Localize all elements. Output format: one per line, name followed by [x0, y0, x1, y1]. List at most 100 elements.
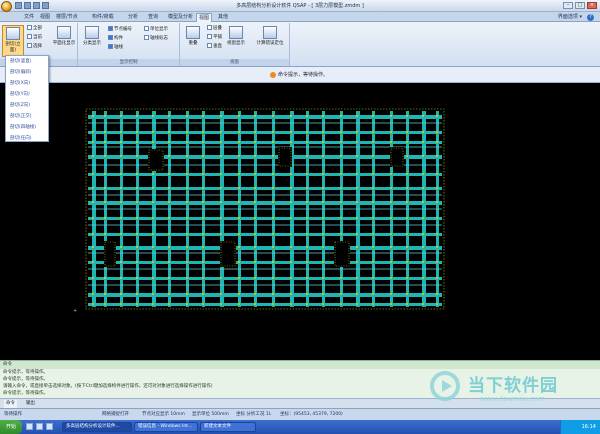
column-node: [168, 217, 170, 219]
column-node: [168, 293, 170, 295]
column-node: [120, 246, 122, 248]
column-node: [202, 261, 204, 263]
task-item-error[interactable]: 错误信息 - Windows Int...: [134, 422, 198, 432]
column-node: [92, 293, 94, 295]
show-all-button[interactable]: 全部: [27, 25, 42, 33]
column-node: [238, 246, 240, 248]
dropdown-item[interactable]: 剖切(Z向): [6, 100, 48, 111]
column-node: [306, 277, 308, 279]
column-node: [322, 233, 324, 235]
task-item-textfile[interactable]: 新建文本文件: [200, 422, 256, 432]
show-selected-button[interactable]: 选择: [27, 43, 42, 51]
command-line[interactable]: 命令提示，等待操作。: [0, 390, 600, 397]
column-node: [422, 277, 424, 279]
tab-query[interactable]: 查询: [146, 13, 160, 22]
unit-display-checkbox[interactable]: 单位显示: [144, 26, 168, 34]
dropdown-item[interactable]: 剖切(X向): [6, 78, 48, 89]
column-node: [422, 155, 424, 157]
interface-options[interactable]: 界面选项 ▾: [558, 13, 582, 22]
column-node: [202, 233, 204, 235]
column-node: [136, 293, 138, 295]
column-node: [272, 217, 274, 219]
column-node: [406, 173, 408, 175]
column-node: [104, 217, 106, 219]
column-node: [104, 131, 106, 133]
column-node: [372, 187, 374, 189]
column-node: [152, 187, 154, 189]
cut-section-button[interactable]: 剖切(立面): [2, 25, 24, 57]
vertical-button[interactable]: 垂直: [207, 43, 222, 51]
help-icon[interactable]: ?: [587, 14, 594, 21]
cascade-button[interactable]: 层叠: [207, 25, 222, 33]
column-node: [422, 115, 424, 117]
horizontal-button[interactable]: 平铺: [207, 34, 222, 42]
column-node: [152, 246, 154, 248]
dropdown-item[interactable]: 剖切(竖直): [6, 56, 48, 67]
close-button[interactable]: ×: [587, 2, 597, 9]
column-node: [272, 187, 274, 189]
minimize-button[interactable]: –: [563, 2, 573, 9]
column-node: [356, 246, 358, 248]
column-node: [340, 303, 342, 305]
tab-output[interactable]: 输出: [24, 400, 37, 408]
column-node: [152, 277, 154, 279]
layer-icon: [85, 26, 99, 39]
tab-file[interactable]: 文件: [22, 13, 36, 22]
column-node: [186, 293, 188, 295]
axis-mark-checkbox[interactable]: 轴线标志: [144, 35, 168, 43]
column-node: [390, 173, 392, 175]
column-node: [92, 303, 94, 305]
folder-icon[interactable]: [36, 423, 43, 430]
column-node: [120, 173, 122, 175]
column-node: [422, 173, 424, 175]
column-node: [356, 173, 358, 175]
column-node: [202, 217, 204, 219]
column-node: [254, 246, 256, 248]
member-checkbox[interactable]: 构件: [108, 35, 123, 43]
cut-section-dropdown: 剖切(竖直) 剖切(偏斜) 剖切(X向) 剖切(Y向) 剖切(Z向) 剖切(正交…: [5, 55, 49, 142]
column-node: [372, 293, 374, 295]
tab-command[interactable]: 命令: [4, 400, 17, 408]
tab-analysis[interactable]: 分析: [126, 13, 140, 22]
column-node: [322, 303, 324, 305]
tab-view-active[interactable]: 视图: [196, 13, 213, 22]
desktop-icon[interactable]: [46, 423, 53, 430]
plan-view-button[interactable]: 平面化显示: [52, 25, 76, 57]
tile-button[interactable]: 重叠: [182, 25, 204, 57]
tab-view[interactable]: 视图: [38, 13, 52, 22]
column-node: [322, 141, 324, 143]
tab-member-load[interactable]: 构件/荷载: [90, 13, 116, 22]
column-node: [406, 277, 408, 279]
column-node: [340, 141, 342, 143]
tab-floor-node[interactable]: 楼层/节点: [54, 13, 80, 22]
column-node: [436, 131, 438, 133]
dropdown-item[interactable]: 剖切(四轴线): [6, 122, 48, 133]
column-node: [272, 131, 274, 133]
start-button[interactable]: 开始: [0, 420, 22, 434]
dropdown-item[interactable]: 剖切(正交): [6, 111, 48, 122]
column-node: [340, 173, 342, 175]
column-node: [436, 246, 438, 248]
calc-error-locate-button[interactable]: 计算错误定位: [254, 25, 286, 57]
command-header: 命令: [0, 361, 600, 369]
show-current-button[interactable]: 当前: [27, 34, 42, 42]
model-canvas[interactable]: +: [0, 83, 600, 360]
task-item-app[interactable]: 多高层结构分析设计软件...: [62, 422, 132, 432]
ie-icon[interactable]: [26, 423, 33, 430]
dropdown-item[interactable]: 剖切(偏斜): [6, 67, 48, 78]
column-node: [356, 217, 358, 219]
tab-other[interactable]: 其他: [216, 13, 230, 22]
grid-checkbox[interactable]: 轴线: [108, 44, 123, 52]
dropdown-item[interactable]: 剖切(任向): [6, 133, 48, 144]
dropdown-item[interactable]: 剖切(Y向): [6, 89, 48, 100]
tab-model-analysis[interactable]: 模型及分析: [166, 13, 195, 22]
window-display-button[interactable]: 视窗显示: [224, 25, 248, 57]
maximize-button[interactable]: □: [575, 2, 585, 9]
column-node: [356, 277, 358, 279]
column-node: [422, 141, 424, 143]
beam-horizontal: [88, 261, 442, 264]
column-node: [340, 187, 342, 189]
layer-display-button[interactable]: 分类显示: [80, 25, 104, 57]
node-label-checkbox[interactable]: 节点编号: [108, 26, 132, 34]
ribbon-group-display: 分类显示 节点编号 构件 轴线 单位显示 轴线标志 显示控制: [78, 23, 180, 66]
